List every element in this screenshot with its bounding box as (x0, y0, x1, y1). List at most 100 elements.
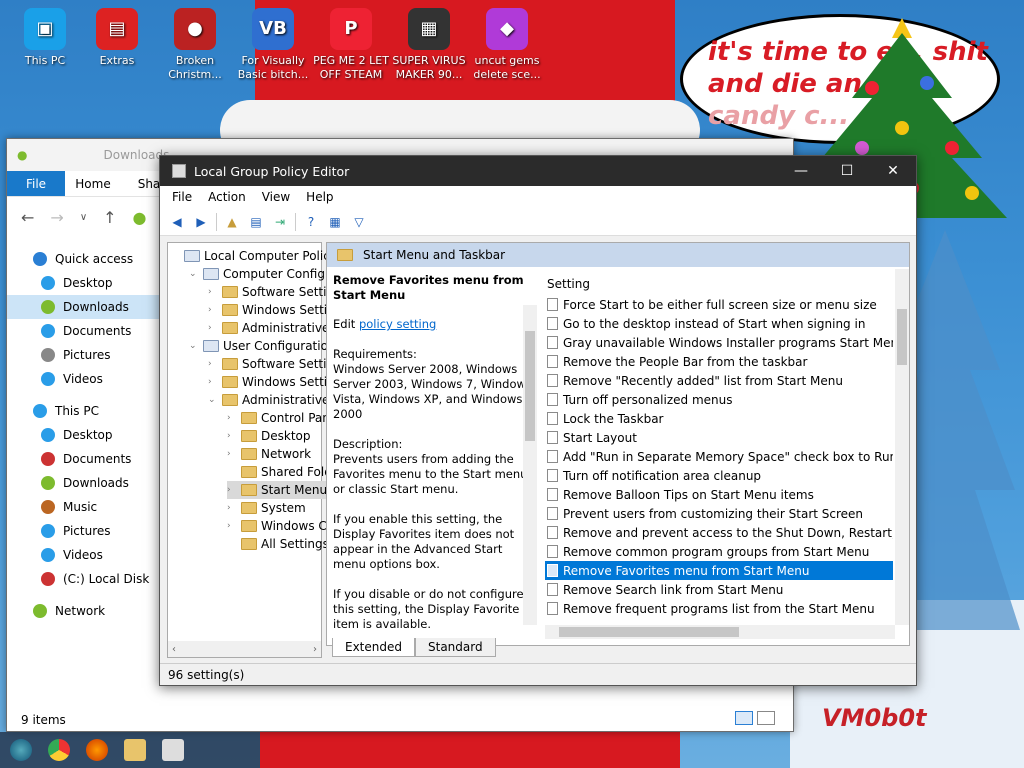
up-folder-icon[interactable]: ▲ (223, 213, 241, 231)
gpedit-title-bar[interactable]: Local Group Policy Editor — ☐ ✕ (160, 156, 916, 186)
desktop-icon[interactable]: ▦ SUPER VIRUS MAKER 90... (390, 8, 468, 82)
scroll-thumb[interactable] (559, 627, 739, 637)
sidebar-item[interactable]: Quick access (33, 247, 133, 271)
collapse-chevron-icon[interactable]: ⌄ (189, 269, 199, 279)
sidebar-item[interactable]: Desktop (41, 423, 113, 447)
sidebar-item[interactable]: Network (33, 599, 105, 623)
minimize-button[interactable]: — (778, 156, 824, 186)
sidebar-item[interactable]: Documents (41, 319, 131, 343)
setting-column-header[interactable]: Setting (545, 273, 893, 295)
tree-node[interactable]: › System (227, 499, 306, 517)
tree-node[interactable]: ⌄ Computer Configura (189, 265, 345, 283)
start-orb-icon[interactable] (10, 739, 32, 761)
tree-node[interactable]: › Windows Cor (227, 517, 339, 535)
scroll-right-icon[interactable]: › (313, 644, 317, 655)
forward-arrow-icon[interactable]: → (50, 208, 63, 227)
setting-row[interactable]: Turn off personalized menus (545, 390, 893, 409)
ribbon-file-tab[interactable]: File (7, 171, 65, 196)
expand-chevron-icon[interactable]: › (227, 449, 237, 459)
setting-row[interactable]: Gray unavailable Windows Installer progr… (545, 333, 893, 352)
expand-chevron-icon[interactable]: › (227, 503, 237, 513)
sidebar-item[interactable]: Videos (41, 543, 103, 567)
scroll-thumb[interactable] (525, 331, 535, 441)
setting-row[interactable]: Remove frequent programs list from the S… (545, 599, 893, 618)
dropdown-chevron-icon[interactable]: ∨ (80, 212, 87, 223)
sidebar-item[interactable]: Documents (41, 447, 131, 471)
desktop-icon[interactable]: ◆ uncut gems delete sce... (468, 8, 546, 82)
group-policy-editor-window[interactable]: Local Group Policy Editor — ☐ ✕ File Acti… (159, 155, 917, 686)
desktop-icon[interactable]: ● Broken Christm... (156, 8, 234, 82)
expand-chevron-icon[interactable]: › (227, 521, 237, 531)
description-scrollbar[interactable] (523, 305, 537, 625)
expand-chevron-icon[interactable]: › (227, 431, 237, 441)
scroll-left-icon[interactable]: ‹ (172, 644, 176, 655)
expand-chevron-icon[interactable]: › (208, 305, 218, 315)
setting-row[interactable]: Prevent users from customizing their Sta… (545, 504, 893, 523)
tree-node[interactable]: › Desktop (227, 427, 311, 445)
menu-item-help[interactable]: Help (298, 190, 341, 204)
setting-row[interactable]: Go to the desktop instead of Start when … (545, 314, 893, 333)
setting-row[interactable]: Start Layout (545, 428, 893, 447)
menu-item-file[interactable]: File (164, 190, 200, 204)
ribbon-home-tab[interactable]: Home (65, 171, 121, 196)
tab-standard[interactable]: Standard (415, 638, 496, 657)
expand-chevron-icon[interactable]: › (227, 413, 237, 423)
settings-horizontal-scrollbar[interactable] (545, 625, 895, 639)
desktop-icon[interactable]: P PEG ME 2 LET OFF STEAM (312, 8, 390, 82)
desktop-icon[interactable]: ▣ This PC (6, 8, 84, 68)
properties-icon[interactable]: ▦ (326, 213, 344, 231)
tab-extended[interactable]: Extended (332, 638, 415, 657)
forward-arrow-icon[interactable]: ▶ (192, 213, 210, 231)
setting-row[interactable]: Add "Run in Separate Memory Space" check… (545, 447, 893, 466)
help-icon[interactable]: ? (302, 213, 320, 231)
up-arrow-icon[interactable]: ↑ (103, 208, 116, 227)
desktop-icon[interactable]: VB For Visually Basic bitch... (234, 8, 312, 82)
expand-chevron-icon[interactable]: › (208, 377, 218, 387)
gpedit-taskbar-icon[interactable] (162, 739, 184, 761)
setting-row[interactable]: Remove and prevent access to the Shut Do… (545, 523, 893, 542)
tree-node[interactable]: › Windows Setting (208, 373, 342, 391)
tree-horizontal-scrollbar[interactable]: ‹ › (168, 641, 321, 657)
sidebar-item[interactable]: Videos (41, 367, 103, 391)
sidebar-item[interactable]: Downloads (7, 295, 159, 319)
setting-row[interactable]: Force Start to be either full screen siz… (545, 295, 893, 314)
setting-row[interactable]: Remove Favorites menu from Start Menu (545, 561, 893, 580)
chrome-icon[interactable] (48, 739, 70, 761)
back-arrow-icon[interactable]: ◀ (168, 213, 186, 231)
expand-chevron-icon[interactable]: › (208, 323, 218, 333)
desktop-icon[interactable]: ▤ Extras (78, 8, 156, 68)
tree-node[interactable]: › Windows Setting (208, 301, 342, 319)
expand-chevron-icon[interactable]: › (208, 287, 218, 297)
scroll-thumb[interactable] (897, 309, 907, 365)
tree-node[interactable]: All Settings (227, 535, 329, 553)
details-view-icon[interactable] (735, 711, 753, 725)
tree-node[interactable]: › Control Panel (227, 409, 341, 427)
setting-row[interactable]: Lock the Taskbar (545, 409, 893, 428)
setting-row[interactable]: Remove common program groups from Start … (545, 542, 893, 561)
sidebar-item[interactable]: Pictures (41, 519, 111, 543)
policy-setting-link[interactable]: policy setting (359, 317, 436, 331)
export-list-icon[interactable]: ⇥ (271, 213, 289, 231)
tree-node[interactable]: › Network (227, 445, 311, 463)
menu-item-view[interactable]: View (254, 190, 298, 204)
settings-scrollbar[interactable] (895, 269, 909, 625)
large-icons-view-icon[interactable] (757, 711, 775, 725)
setting-row[interactable]: Remove Balloon Tips on Start Menu items (545, 485, 893, 504)
sidebar-item[interactable]: Music (41, 495, 97, 519)
close-button[interactable]: ✕ (870, 156, 916, 186)
expand-chevron-icon[interactable]: › (208, 359, 218, 369)
show-hide-tree-icon[interactable]: ▤ (247, 213, 265, 231)
tree-node[interactable]: Local Computer Policy (170, 247, 337, 265)
setting-row[interactable]: Remove "Recently added" list from Start … (545, 371, 893, 390)
sidebar-item[interactable]: (C:) Local Disk (41, 567, 149, 591)
collapse-chevron-icon[interactable]: ⌄ (208, 395, 218, 405)
firefox-icon[interactable] (86, 739, 108, 761)
setting-row[interactable]: Remove Search link from Start Menu (545, 580, 893, 599)
maximize-button[interactable]: ☐ (824, 156, 870, 186)
expand-chevron-icon[interactable]: › (227, 485, 237, 495)
tree-node[interactable]: ⌄ User Configuration (189, 337, 336, 355)
sidebar-item[interactable]: Downloads (41, 471, 129, 495)
setting-row[interactable]: Remove the People Bar from the taskbar (545, 352, 893, 371)
back-arrow-icon[interactable]: ← (21, 208, 34, 227)
sidebar-item[interactable]: Pictures (41, 343, 111, 367)
